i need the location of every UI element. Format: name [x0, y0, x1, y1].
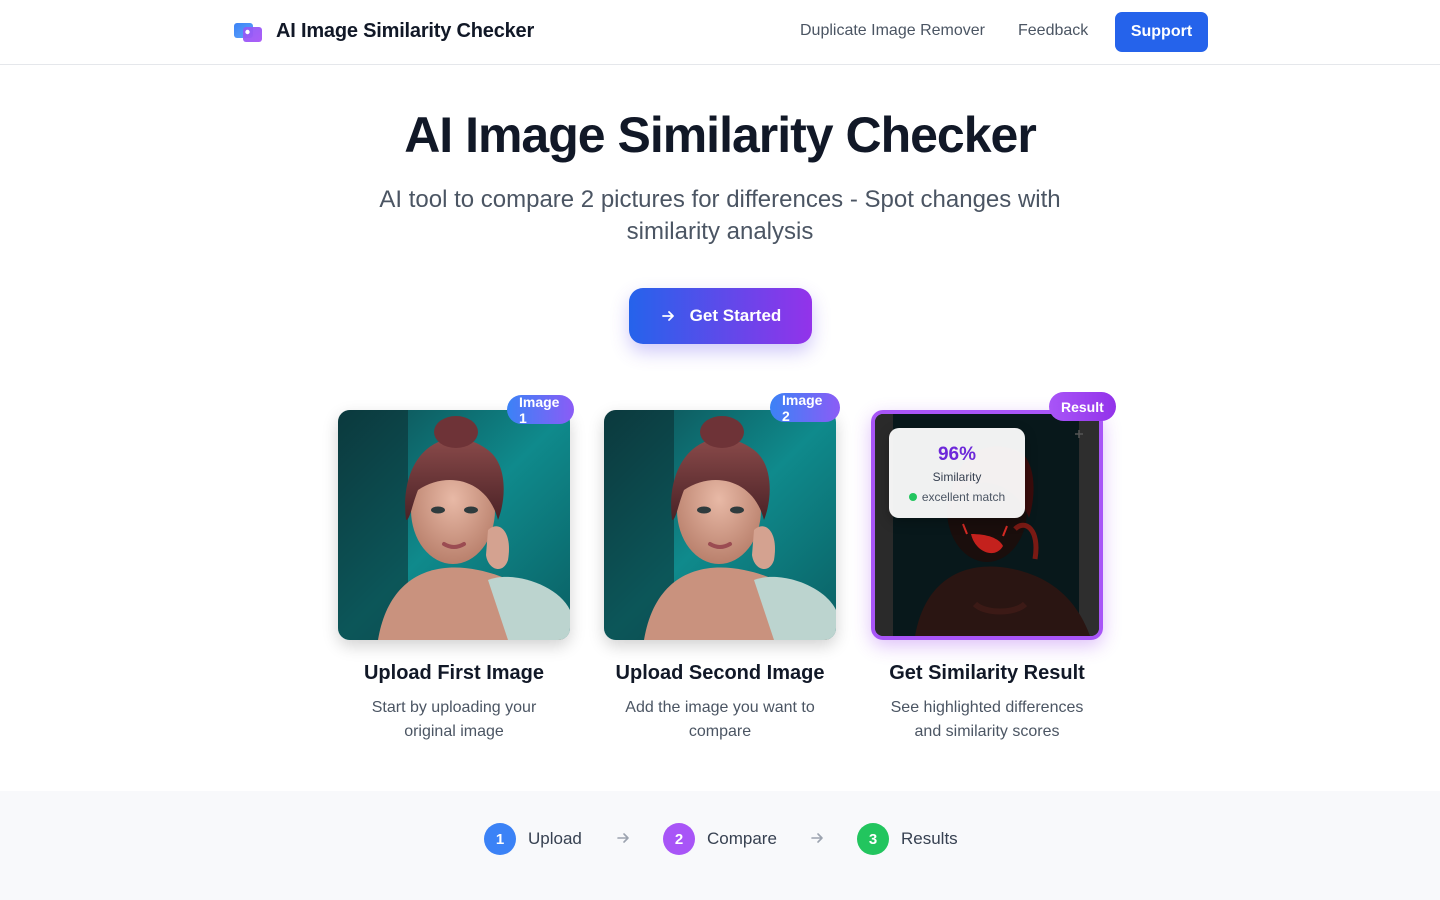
arrow-right-icon — [811, 833, 823, 843]
brand-name[interactable]: AI Image Similarity Checker — [276, 20, 534, 43]
get-started-button[interactable]: Get Started — [629, 288, 812, 344]
step-2-label: Compare — [707, 829, 777, 848]
step-2-number: 2 — [663, 823, 695, 855]
result-image-preview[interactable]: 96% Similarity excellent match — [871, 410, 1103, 640]
status-dot-icon — [908, 493, 917, 501]
card-title: Upload First Image — [363, 662, 545, 684]
result-badge: Result — [1049, 392, 1116, 421]
first-image-preview[interactable] — [338, 410, 570, 640]
similarity-label: Similarity — [932, 470, 982, 484]
portrait-image — [338, 410, 570, 640]
support-button[interactable]: Support — [1115, 12, 1208, 52]
card-description: Add the image you want to compare — [625, 699, 815, 740]
card-description: See highlighted differences and similari… — [890, 699, 1084, 740]
match-quality: excellent match — [889, 490, 1025, 504]
step-1-number: 1 — [484, 823, 516, 855]
page-subtitle: AI tool to compare 2 pictures for differ… — [379, 186, 1061, 245]
process-steps: 1 Upload 2 Compare 3 Results — [0, 791, 1440, 900]
image-2-badge: Image 2 — [770, 392, 840, 424]
site-header: AI Image Similarity Checker Duplicate Im… — [0, 0, 1440, 65]
second-image-preview[interactable] — [604, 410, 836, 640]
nav-duplicate-image-remover[interactable]: Duplicate Image Remover — [800, 22, 985, 40]
image-1-badge: Image 1 — [507, 394, 574, 426]
step-3-number: 3 — [857, 823, 889, 855]
step-1-label: Upload — [528, 829, 582, 848]
similarity-score-card: 96% Similarity excellent match — [889, 428, 1025, 518]
portrait-image — [604, 410, 836, 640]
card-description: Start by uploading your original image — [371, 699, 537, 740]
card-title: Get Similarity Result — [889, 662, 1085, 684]
arrow-right-icon — [617, 833, 629, 843]
similarity-percent: 96% — [937, 444, 977, 465]
nav-feedback[interactable]: Feedback — [1018, 22, 1088, 40]
match-quality-label: excellent match — [921, 490, 1006, 504]
logo-icon[interactable] — [233, 21, 263, 43]
get-started-label: Get Started — [689, 306, 782, 325]
card-title: Upload Second Image — [615, 662, 825, 684]
step-3-label: Results — [901, 829, 958, 848]
page-title: AI Image Similarity Checker — [404, 107, 1037, 163]
arrow-right-icon — [661, 311, 674, 321]
